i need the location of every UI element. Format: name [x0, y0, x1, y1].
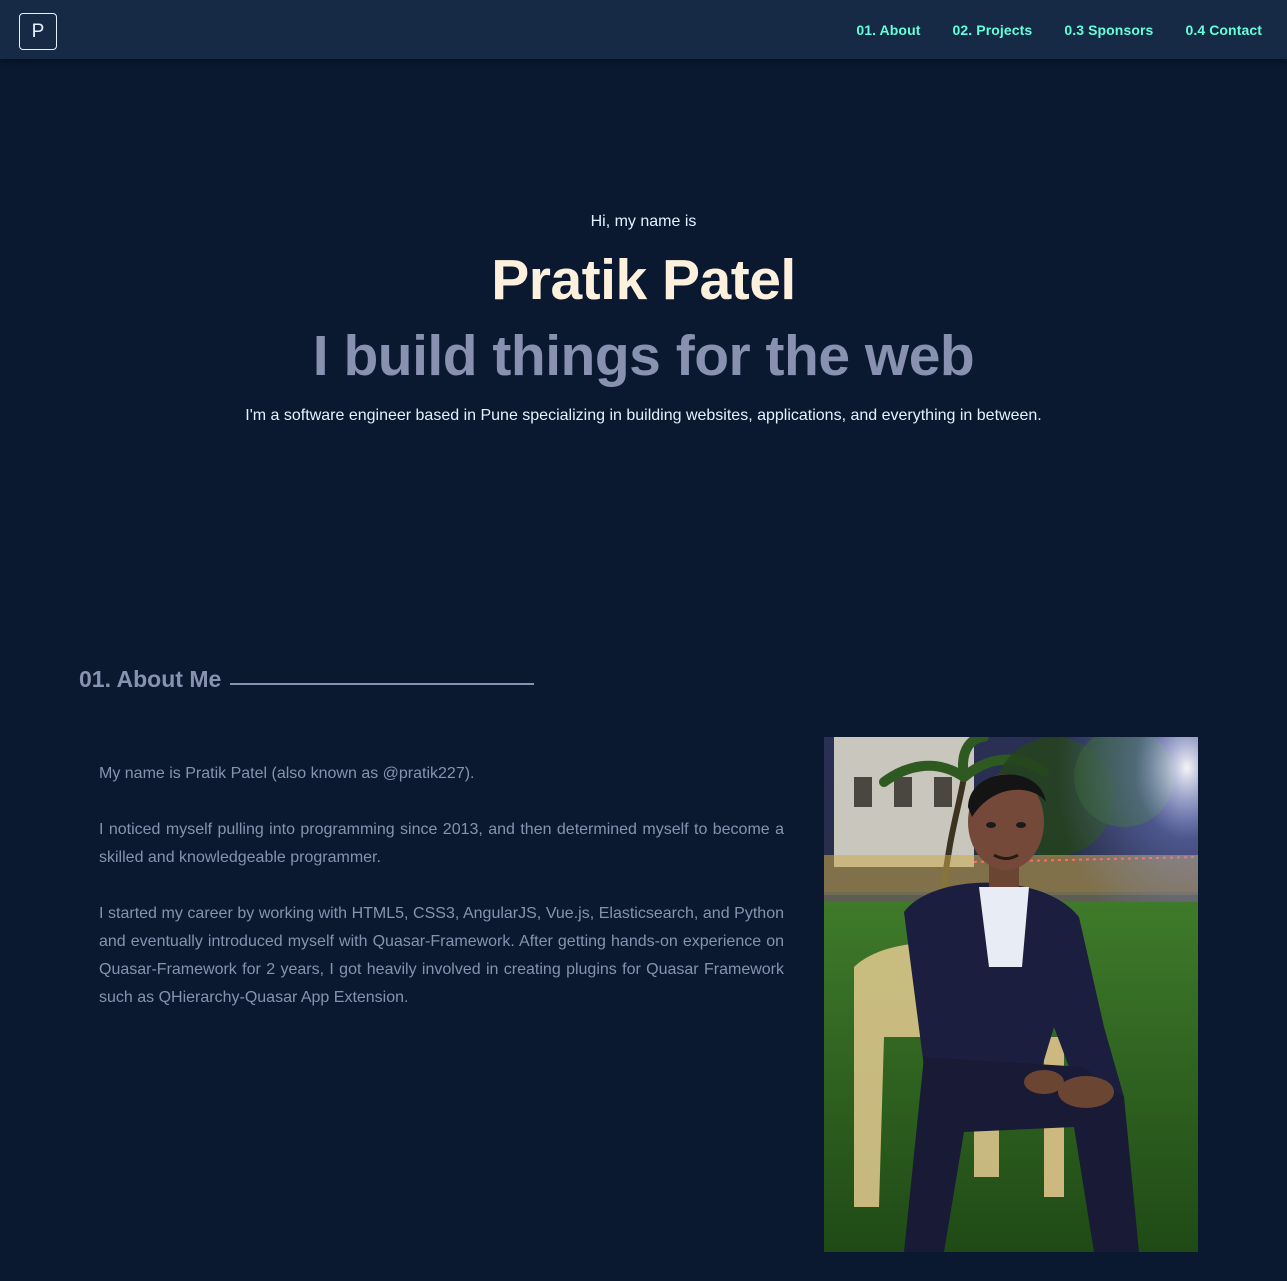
about-text: My name is Pratik Patel (also known as @… [99, 760, 784, 1040]
about-heading: 01. About Me [79, 666, 535, 693]
hero-description: I'm a software engineer based in Pune sp… [245, 407, 1042, 424]
navbar: P 01. About 02. Projects 0.3 Sponsors 0.… [0, 0, 1287, 59]
nav-link-projects[interactable]: 02. Projects [953, 22, 1033, 38]
hero-greeting: Hi, my name is [590, 213, 697, 230]
nav-link-contact[interactable]: 0.4 Contact [1185, 22, 1262, 38]
hero-name: Pratik Patel [491, 248, 796, 312]
logo-button[interactable]: P [19, 13, 57, 50]
hero-tagline: I build things for the web [312, 324, 975, 388]
nav-links: 01. About 02. Projects 0.3 Sponsors 0.4 … [856, 0, 1262, 59]
about-paragraph: I noticed myself pulling into programmin… [99, 821, 784, 866]
about-heading-text: 01. About Me [79, 666, 222, 692]
profile-photo-illustration [824, 737, 1198, 1252]
nav-link-sponsors[interactable]: 0.3 Sponsors [1064, 22, 1153, 38]
profile-photo [824, 737, 1198, 1252]
about-paragraph: My name is Pratik Patel (also known as @… [99, 765, 475, 782]
heading-divider [230, 682, 535, 685]
nav-link-about[interactable]: 01. About [856, 22, 920, 38]
about-paragraph: I started my career by working with HTML… [99, 905, 784, 1006]
